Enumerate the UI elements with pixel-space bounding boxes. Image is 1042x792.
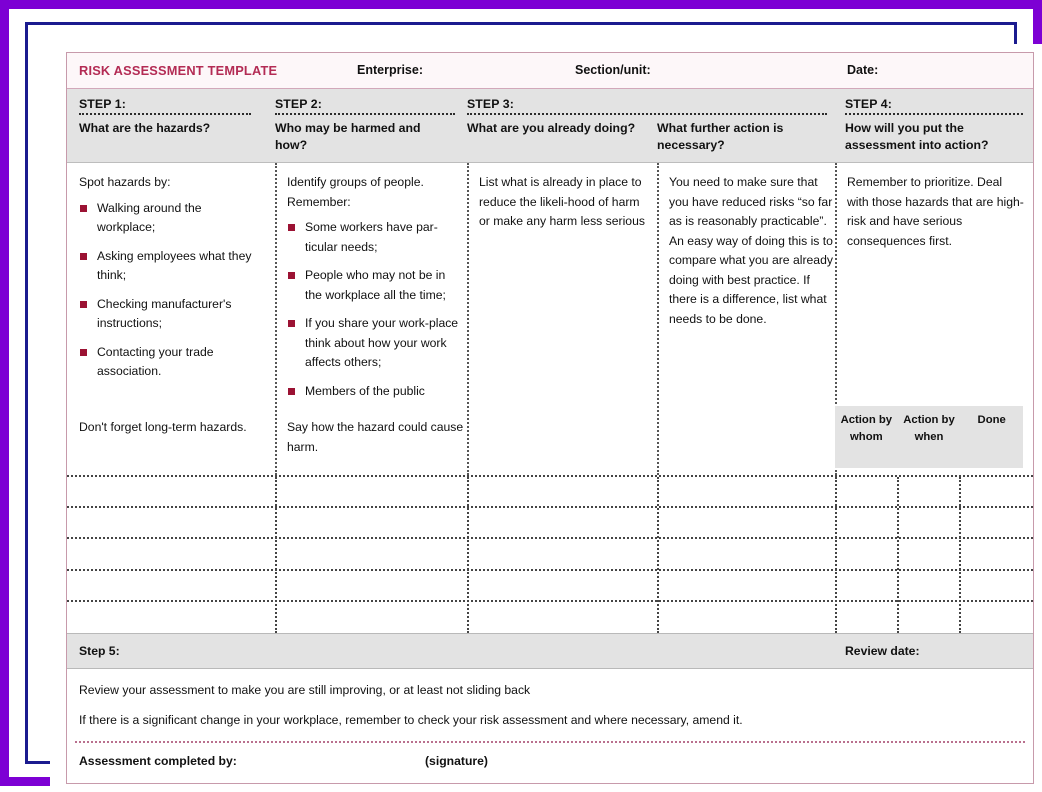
step-3-question-further-action: What further action is necessary? xyxy=(657,121,784,152)
step-1-header: STEP 1: What are the hazards? xyxy=(79,97,251,137)
assessment-completed-by-label[interactable]: Assessment completed by: xyxy=(79,754,237,768)
step-4-question: How will you put the assessment into act… xyxy=(845,121,989,152)
step-3-rule xyxy=(467,113,827,115)
step-1-rule xyxy=(79,113,251,115)
signature-row: Assessment completed by: (signature) xyxy=(67,741,1033,781)
step-2-intro: Identify groups of people. Remember: xyxy=(287,175,424,209)
section-unit-field-label[interactable]: Section/unit: xyxy=(575,63,651,77)
step-3-further-action-content: You need to make sure that you have redu… xyxy=(669,175,833,326)
step-4-content: Remember to prioritize. Deal with those … xyxy=(847,175,1024,248)
step-4-rule xyxy=(845,113,1023,115)
step-5-band: Step 5: Review date: xyxy=(67,633,1033,669)
step-1-intro: Spot hazards by: xyxy=(79,175,171,189)
step-2-note: Say how the hazard could cause harm. xyxy=(287,420,464,454)
step-2-number: STEP 2: xyxy=(275,97,322,111)
step-3-question: What are you already doing? xyxy=(467,121,636,135)
inner-decorative-frame: RISK ASSESSMENT TEMPLATE Enterprise: Sec… xyxy=(25,22,1042,792)
table-row[interactable] xyxy=(67,571,1033,602)
step-4-header: STEP 4: How will you put the assessment … xyxy=(845,97,1023,154)
step-1-note: Don't forget long-term hazards. xyxy=(79,420,247,434)
list-item: Some workers have par-ticular needs; xyxy=(287,218,459,257)
step-3-header: STEP 3: What are you already doing? What… xyxy=(467,97,827,158)
step-headers-band: STEP 1: What are the hazards? STEP 2: Wh… xyxy=(67,89,1033,163)
page-title: RISK ASSESSMENT TEMPLATE xyxy=(79,63,278,78)
table-row[interactable] xyxy=(67,602,1033,633)
table-row[interactable] xyxy=(67,508,1033,540)
list-item: Walking around the workplace; xyxy=(79,199,259,238)
step-5-line-2: If there is a significant change in your… xyxy=(79,713,743,727)
step-1-content: Spot hazards by: Walking around the work… xyxy=(79,173,259,391)
list-item: Asking employees what they think; xyxy=(79,247,259,286)
document-page: RISK ASSESSMENT TEMPLATE Enterprise: Sec… xyxy=(50,44,1042,792)
step-2-rule xyxy=(275,113,455,115)
step-3-number: STEP 3: xyxy=(467,97,514,111)
action-by-whom-header: Action by whom xyxy=(840,414,893,443)
risk-assessment-table: RISK ASSESSMENT TEMPLATE Enterprise: Sec… xyxy=(66,52,1034,784)
action-by-when-header: Action by when xyxy=(903,414,955,443)
date-field-label[interactable]: Date: xyxy=(847,63,878,77)
signature-label[interactable]: (signature) xyxy=(425,754,488,768)
document-header-row: RISK ASSESSMENT TEMPLATE Enterprise: Sec… xyxy=(67,53,1033,89)
step-5-body: Review your assessment to make you are s… xyxy=(67,669,1033,741)
list-item: People who may not be in the workplace a… xyxy=(287,266,459,305)
step-2-question: Who may be harmed and how? xyxy=(275,121,421,152)
column-divider-1 xyxy=(275,163,277,475)
step-1-number: STEP 1: xyxy=(79,97,126,111)
action-subheader: Action by whom Action by when Done xyxy=(835,406,1023,468)
list-item: Members of the public xyxy=(287,382,459,402)
step-2-header: STEP 2: Who may be harmed and how? xyxy=(275,97,455,154)
column-divider-2 xyxy=(467,163,469,475)
step-5-line-1: Review your assessment to make you are s… xyxy=(79,683,531,697)
outer-decorative-frame: RISK ASSESSMENT TEMPLATE Enterprise: Sec… xyxy=(0,0,1042,792)
enterprise-field-label[interactable]: Enterprise: xyxy=(357,63,423,77)
step-2-bullet-list: Some workers have par-ticular needs; Peo… xyxy=(287,218,459,401)
step-1-bullet-list: Walking around the workplace; Asking emp… xyxy=(79,199,259,382)
list-item: Contacting your trade association. xyxy=(79,343,259,382)
step-2-content: Identify groups of people. Remember: Som… xyxy=(287,173,459,410)
guidance-body: Spot hazards by: Walking around the work… xyxy=(67,163,1033,475)
signature-divider xyxy=(75,741,1025,743)
step-4-number: STEP 4: xyxy=(845,97,892,111)
step-1-question: What are the hazards? xyxy=(79,121,211,135)
column-divider-3 xyxy=(657,163,659,475)
done-header: Done xyxy=(977,414,1006,426)
list-item: Checking manufacturer's instructions; xyxy=(79,295,259,334)
step-5-label: Step 5: xyxy=(79,644,120,658)
review-date-label[interactable]: Review date: xyxy=(845,644,920,658)
table-row[interactable] xyxy=(67,539,1033,571)
entry-grid xyxy=(67,475,1033,633)
list-item: If you share your work-place think about… xyxy=(287,314,459,373)
table-row[interactable] xyxy=(67,477,1033,509)
step-3-content: List what is already in place to reduce … xyxy=(479,175,645,228)
